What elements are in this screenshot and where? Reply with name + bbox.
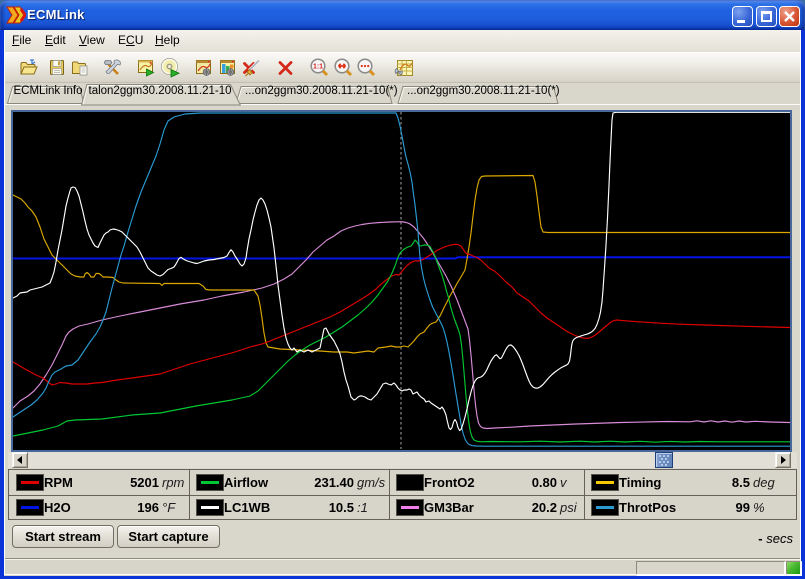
svg-text:1:1: 1:1 <box>313 64 323 71</box>
